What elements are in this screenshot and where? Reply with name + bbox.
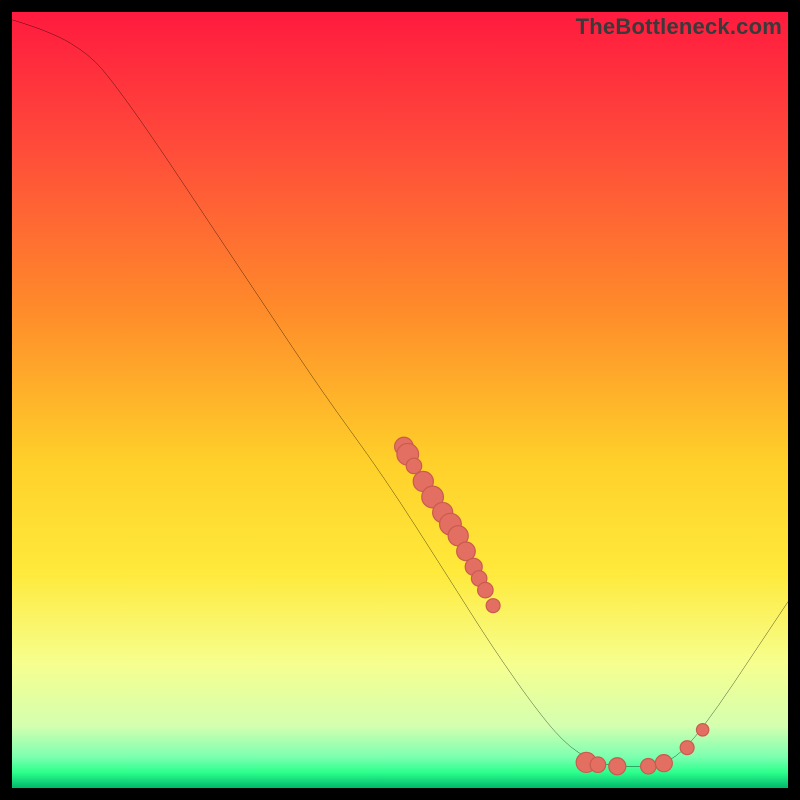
plot-canvas: [12, 12, 788, 788]
data-marker: [406, 458, 422, 474]
gradient-background: [12, 12, 788, 788]
data-marker: [655, 755, 672, 772]
data-marker: [680, 741, 694, 755]
data-marker: [609, 758, 626, 775]
data-marker: [641, 759, 657, 775]
data-marker: [696, 724, 708, 736]
data-marker: [478, 582, 494, 598]
data-marker: [486, 599, 500, 613]
data-marker: [590, 757, 606, 773]
watermark-text: TheBottleneck.com: [576, 14, 782, 40]
